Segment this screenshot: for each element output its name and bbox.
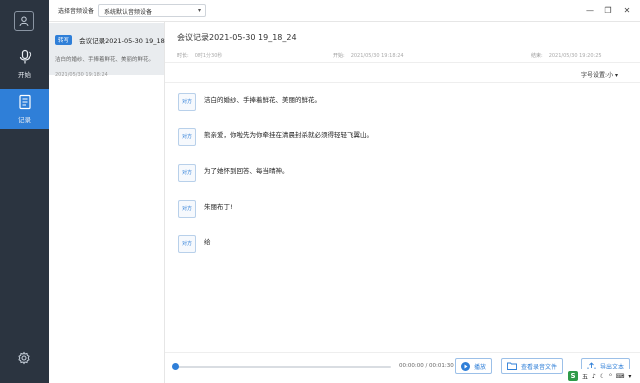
- app-window: 开始 记录 选择音频设备 系统默认音频设备 ▾ — ❐ ✕ 转写 会议记录202…: [0, 0, 640, 383]
- play-icon: [461, 361, 470, 371]
- keyboard-icon[interactable]: ⌨: [616, 373, 625, 380]
- segment-text: 熊亲爱，你啦先为你牵挂在清晨封杀就必须得轻轻飞翼山。: [204, 131, 373, 139]
- nav-item-label: 记录: [18, 116, 31, 124]
- tray-item[interactable]: 五: [582, 372, 588, 381]
- transcript-segment: 对方 熊亲爱，你啦先为你牵挂在清晨封杀就必须得轻轻飞翼山。: [178, 128, 578, 150]
- transcript-segment: 对方 朱丽布丁!: [178, 200, 578, 222]
- tray-item[interactable]: ♪: [592, 373, 596, 380]
- progress-handle[interactable]: [172, 363, 179, 370]
- speaker-badge[interactable]: 对方: [178, 235, 196, 253]
- restore-icon[interactable]: ❐: [602, 5, 614, 17]
- avatar[interactable]: [14, 11, 34, 31]
- transcript-panel: 会议记录2021-05-30 19_18_24 时长: 0时1分30秒 开始: 20…: [165, 22, 640, 383]
- tray-item[interactable]: ▾: [628, 373, 631, 380]
- transcript-segment: 对方 洁白的婚纱、手捧着鲜花、美丽的鲜花。: [178, 93, 578, 115]
- chevron-down-icon: ▾: [197, 7, 201, 14]
- left-nav: 开始 记录: [0, 0, 49, 383]
- record-tag: 转写: [55, 34, 73, 45]
- duration-label: 时长:: [177, 53, 189, 59]
- close-icon[interactable]: ✕: [621, 5, 633, 17]
- start-meta: 开始: 2021/05/30 19:18:24: [333, 52, 404, 59]
- page-title: 会议记录2021-05-30 19_18_24: [177, 33, 297, 42]
- minimize-icon[interactable]: —: [584, 5, 596, 17]
- folder-icon: [507, 362, 517, 370]
- segment-text: 为了她怀到回答、每当晴神。: [204, 167, 289, 175]
- nav-item-start[interactable]: 开始: [0, 44, 49, 84]
- speaker-badge[interactable]: 对方: [178, 200, 196, 218]
- record-list: 转写 会议记录2021-05-30 19_18... 洁白的婚纱、手捧着鲜花、美…: [49, 22, 171, 383]
- segment-text: 洁白的婚纱、手捧着鲜花、美丽的鲜花。: [204, 96, 321, 104]
- tray-item[interactable]: ⁰: [609, 373, 611, 380]
- user-icon: [19, 16, 29, 27]
- device-label: 选择音频设备: [58, 8, 95, 15]
- document-icon: [18, 94, 31, 110]
- divider: [165, 62, 640, 63]
- transcript-segment: 对方 为了她怀到回答、每当晴神。: [178, 164, 578, 186]
- ime-icon[interactable]: S: [568, 371, 578, 381]
- list-item[interactable]: 转写 会议记录2021-05-30 19_18... 洁白的婚纱、手捧着鲜花、美…: [49, 23, 171, 78]
- play-label: 播放: [474, 363, 487, 371]
- microphone-icon: [19, 49, 31, 64]
- speaker-badge[interactable]: 对方: [178, 164, 196, 182]
- transcript-segment: 对方 给: [178, 235, 578, 257]
- top-bar: 选择音频设备 系统默认音频设备 ▾ — ❐ ✕: [49, 0, 640, 22]
- duration-value: 0时1分30秒: [194, 53, 223, 59]
- progress-track[interactable]: [174, 366, 391, 368]
- audio-device-value: 系统默认音频设备: [104, 9, 153, 16]
- segment-text: 朱丽布丁!: [204, 203, 233, 211]
- end-meta: 结束: 2021/05/30 19:20:25: [531, 52, 602, 59]
- playback-time: 00:00:00 / 00:01:30: [399, 363, 454, 369]
- play-button[interactable]: 播放: [455, 358, 493, 374]
- open-recording-label: 查看录音文件: [521, 363, 558, 371]
- font-size-select[interactable]: 字号设置:小 ▾: [581, 70, 618, 79]
- gear-icon[interactable]: [17, 351, 31, 365]
- duration-meta: 时长: 0时1分30秒: [177, 52, 222, 59]
- start-value: 2021/05/30 19:18:24: [350, 53, 404, 59]
- nav-item-label: 开始: [18, 71, 31, 79]
- divider: [165, 82, 640, 83]
- record-preview: 洁白的婚纱、手捧着鲜花、美丽的鲜花。: [55, 57, 155, 63]
- end-label: 结束:: [531, 53, 543, 59]
- nav-item-records[interactable]: 记录: [0, 89, 49, 129]
- segment-text: 给: [204, 238, 211, 246]
- record-title: 会议记录2021-05-30 19_18...: [79, 36, 171, 45]
- start-label: 开始:: [333, 53, 345, 59]
- tray-item[interactable]: ☾: [600, 373, 605, 380]
- end-value: 2021/05/30 19:20:25: [548, 53, 602, 59]
- audio-device-select[interactable]: 系统默认音频设备 ▾: [98, 4, 206, 17]
- record-time: 2021/05/30 19:18:24: [55, 72, 108, 78]
- speaker-badge[interactable]: 对方: [178, 128, 196, 146]
- speaker-badge[interactable]: 对方: [178, 93, 196, 111]
- system-tray: S 五 ♪ ☾ ⁰ ⌨ ▾: [566, 369, 640, 383]
- open-recording-button[interactable]: 查看录音文件: [501, 358, 564, 374]
